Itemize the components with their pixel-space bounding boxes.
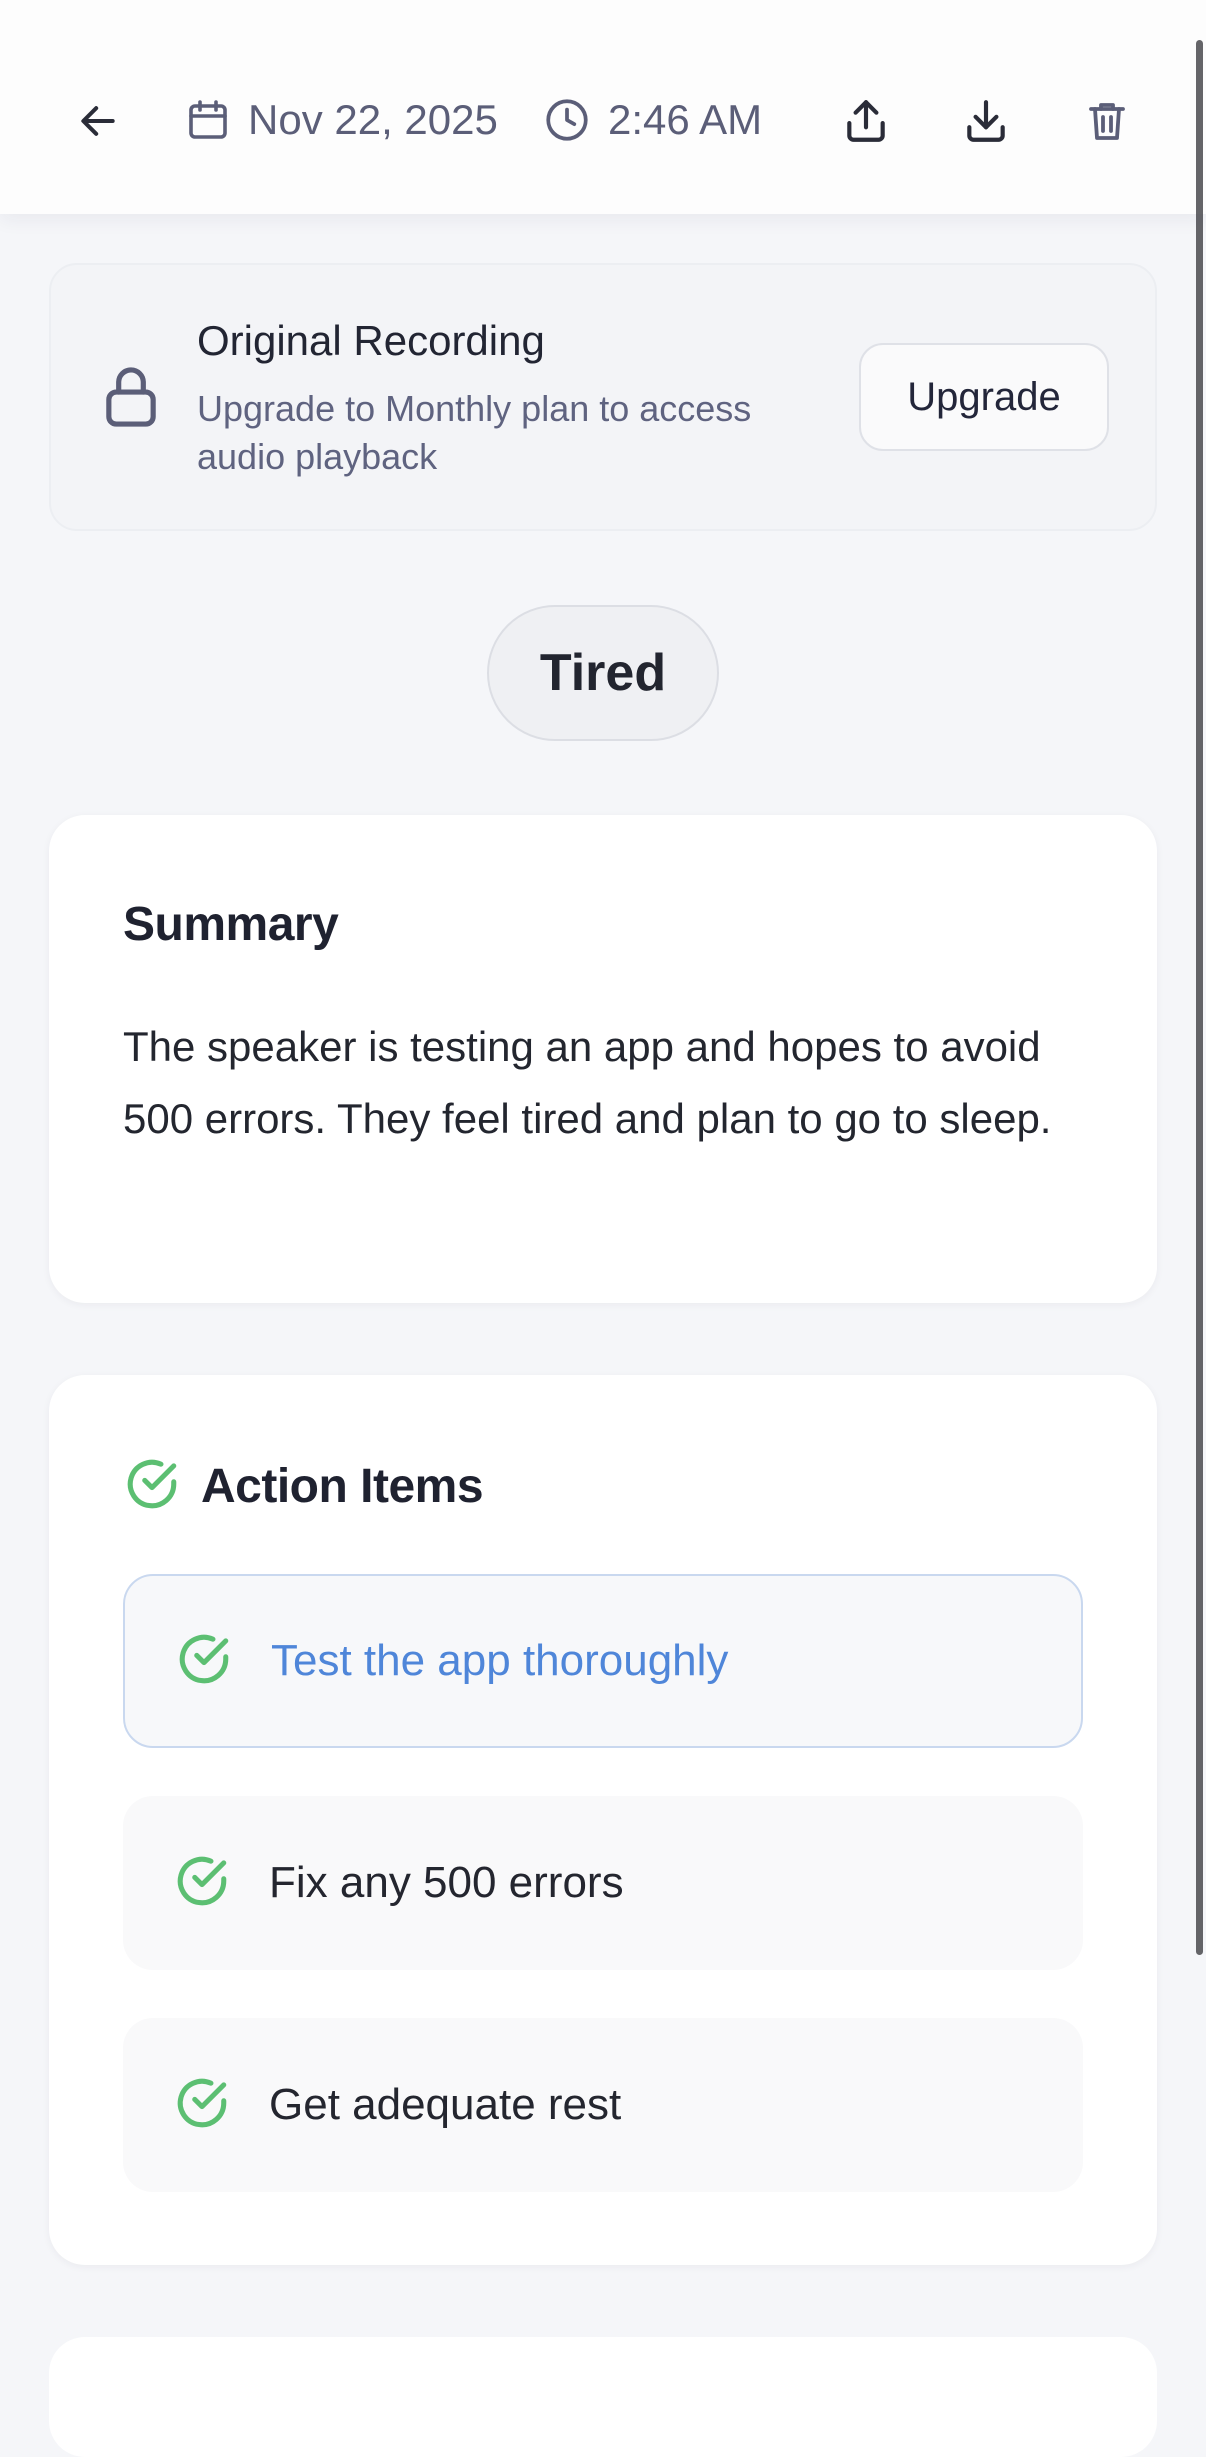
- original-recording-card: Original Recording Upgrade to Monthly pl…: [49, 263, 1157, 531]
- calendar-icon: [184, 96, 232, 144]
- action-item[interactable]: Fix any 500 errors: [123, 1796, 1083, 1970]
- share-button[interactable]: [826, 81, 906, 161]
- action-item-label: Test the app thoroughly: [271, 1636, 729, 1685]
- action-items-header: Action Items: [123, 1455, 484, 1518]
- recording-subtitle: Upgrade to Monthly plan to access audio …: [197, 388, 752, 477]
- check-circle-icon: [123, 1455, 181, 1518]
- share-icon: [847, 100, 885, 142]
- trash-icon: [1089, 103, 1125, 140]
- download-icon: [967, 100, 1005, 142]
- summary-text: The speaker is testing an app and hopes …: [123, 1023, 1052, 1142]
- action-items-card: Action Items Test the app thoroughly Fix…: [49, 1375, 1157, 2265]
- time-text: 2:46 AM: [608, 96, 763, 143]
- action-items-title: Action Items: [201, 1460, 484, 1513]
- action-item-label: Get adequate rest: [269, 2080, 622, 2129]
- recording-title: Original Recording: [197, 317, 545, 364]
- summary-card: Summary The speaker is testing an app an…: [49, 815, 1157, 1303]
- top-bar: Nov 22, 2025 2:46 AM: [0, 0, 1206, 214]
- back-button[interactable]: [58, 81, 138, 161]
- recording-date: Nov 22, 2025: [184, 84, 498, 156]
- action-item[interactable]: Get adequate rest: [123, 2018, 1083, 2192]
- scrollbar[interactable]: [1196, 40, 1203, 1955]
- action-item-label: Fix any 500 errors: [269, 1858, 624, 1907]
- delete-button[interactable]: [1067, 81, 1147, 161]
- action-item[interactable]: Test the app thoroughly: [123, 1574, 1083, 1748]
- upgrade-button[interactable]: Upgrade: [859, 343, 1109, 451]
- check-circle-icon: [175, 1630, 233, 1693]
- lock-icon: [101, 365, 161, 434]
- clock-icon: [542, 95, 592, 145]
- download-button[interactable]: [946, 81, 1026, 161]
- recording-time: 2:46 AM: [542, 84, 762, 156]
- check-circle-icon: [173, 1852, 231, 1915]
- date-text: Nov 22, 2025: [248, 96, 498, 143]
- mood-badge: Tired: [487, 605, 719, 741]
- check-circle-icon: [173, 2074, 231, 2137]
- summary-title: Summary: [123, 898, 339, 951]
- back-arrow-icon: [81, 106, 115, 136]
- next-section-card: [49, 2337, 1157, 2457]
